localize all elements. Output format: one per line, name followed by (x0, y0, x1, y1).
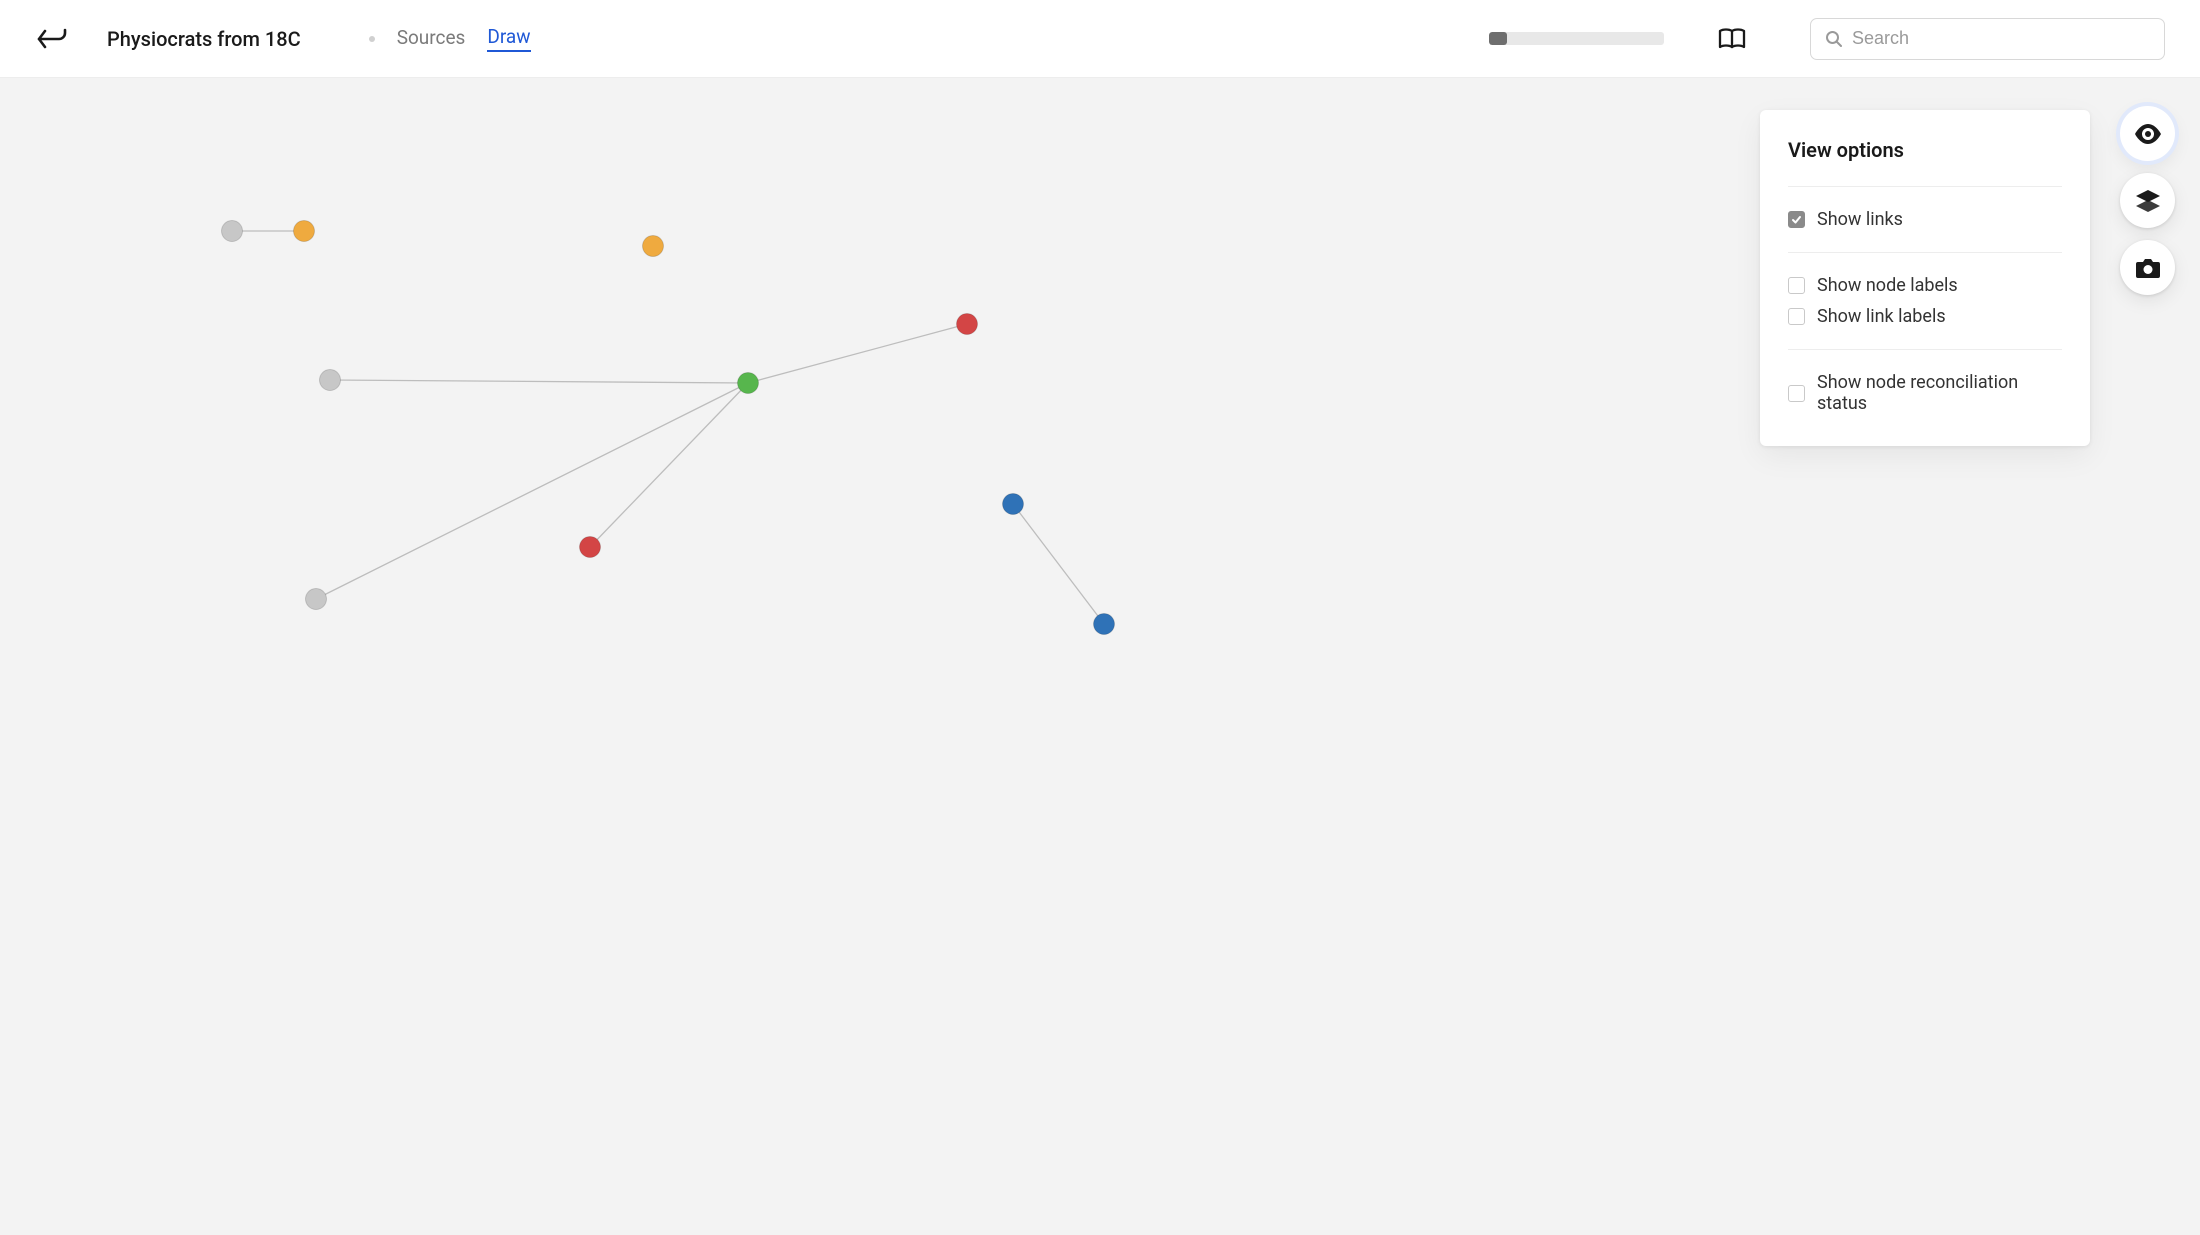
eye-icon (2134, 124, 2162, 144)
graph-node[interactable] (222, 221, 243, 242)
mode-tabs: Sources Draw (369, 25, 531, 52)
graph-canvas[interactable]: View options Show links Show node labels… (0, 78, 2200, 1235)
graph-node[interactable] (957, 314, 978, 335)
book-icon (1717, 27, 1747, 51)
tab-sources[interactable]: Sources (397, 26, 466, 51)
tool-view-options[interactable] (2120, 106, 2175, 161)
library-button[interactable] (1714, 21, 1750, 57)
graph-node[interactable] (738, 373, 759, 394)
graph-node[interactable] (320, 370, 341, 391)
separator-dot-icon (369, 36, 375, 42)
tab-draw[interactable]: Draw (487, 25, 530, 52)
view-options-panel: View options Show links Show node labels… (1760, 110, 2090, 446)
checkbox-icon (1788, 308, 1805, 325)
layers-icon (2135, 189, 2161, 213)
top-bar-left: Physiocrats from 18C Sources Draw (35, 25, 531, 52)
tool-snapshot[interactable] (2120, 240, 2175, 295)
progress-bar[interactable] (1489, 32, 1664, 45)
checkbox-icon (1788, 277, 1805, 294)
checkbox-icon (1788, 211, 1805, 228)
option-show-link-labels[interactable]: Show link labels (1788, 306, 2062, 327)
option-label: Show node reconciliation status (1817, 372, 2062, 414)
graph-node[interactable] (1094, 614, 1115, 635)
project-title: Physiocrats from 18C (107, 27, 301, 51)
graph-link[interactable] (1013, 504, 1104, 624)
progress-fill (1489, 32, 1507, 45)
camera-icon (2135, 257, 2161, 279)
graph-node[interactable] (294, 221, 315, 242)
panel-divider (1788, 186, 2062, 187)
search-input[interactable] (1852, 28, 2150, 49)
graph-node[interactable] (643, 236, 664, 257)
search-field[interactable] (1810, 18, 2165, 60)
search-icon (1825, 30, 1842, 47)
graph-link[interactable] (330, 380, 748, 383)
option-show-links[interactable]: Show links (1788, 209, 2062, 230)
top-bar: Physiocrats from 18C Sources Draw (0, 0, 2200, 78)
panel-divider (1788, 252, 2062, 253)
graph-node[interactable] (1003, 494, 1024, 515)
graph-link[interactable] (748, 324, 967, 383)
option-show-node-labels[interactable]: Show node labels (1788, 275, 2062, 296)
option-label: Show links (1817, 209, 1903, 230)
view-options-title: View options (1788, 138, 2062, 162)
checkbox-icon (1788, 385, 1805, 402)
option-label: Show node labels (1817, 275, 1958, 296)
graph-node[interactable] (306, 589, 327, 610)
graph-link[interactable] (590, 383, 748, 547)
option-label: Show link labels (1817, 306, 1946, 327)
panel-divider (1788, 349, 2062, 350)
graph-node[interactable] (580, 537, 601, 558)
option-show-reconciliation[interactable]: Show node reconciliation status (1788, 372, 2062, 414)
tool-layers[interactable] (2120, 173, 2175, 228)
back-arrow-icon (37, 28, 67, 50)
graph-link[interactable] (316, 383, 748, 599)
back-button[interactable] (35, 27, 69, 51)
